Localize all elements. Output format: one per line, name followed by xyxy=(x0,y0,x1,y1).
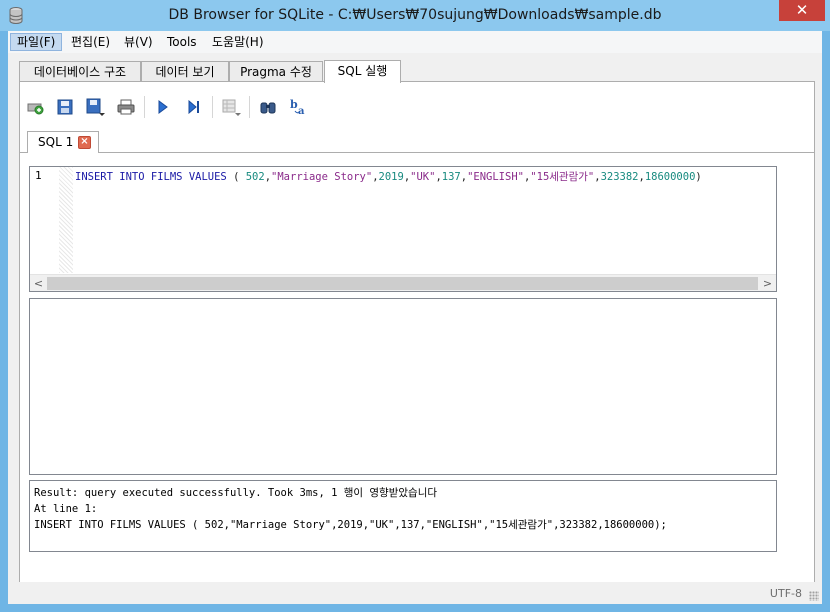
close-tab-icon[interactable]: × xyxy=(78,136,91,149)
find-icon[interactable] xyxy=(257,96,279,118)
client-area: 파일(F) 편집(E) 뷰(V) Tools 도움말(H) 데이터베이스 구조 … xyxy=(8,31,822,604)
save-sql-icon[interactable] xyxy=(84,96,106,118)
keyword-into: INTO xyxy=(119,171,145,183)
status-bar: UTF-8 xyxy=(8,582,822,604)
close-paren: ) xyxy=(695,171,702,183)
close-button[interactable]: ✕ xyxy=(779,0,825,21)
save-results-icon[interactable] xyxy=(220,96,242,118)
toolbar-separator xyxy=(144,96,145,118)
value-number: 18600000 xyxy=(644,171,696,183)
line-number: 1 xyxy=(35,169,42,182)
editor-tab-label: SQL 1 xyxy=(38,135,74,149)
menu-file[interactable]: 파일(F) xyxy=(10,33,63,51)
line-gutter: 1 xyxy=(30,167,74,273)
scrollbar-thumb[interactable] xyxy=(47,277,758,290)
value-string: "ENGLISH" xyxy=(467,171,524,183)
results-grid[interactable] xyxy=(29,298,777,475)
tab-database-structure[interactable]: 데이터베이스 구조 xyxy=(19,61,141,82)
value-number: 323382 xyxy=(600,171,639,183)
horizontal-scrollbar[interactable]: < > xyxy=(30,274,776,291)
fold-margin xyxy=(59,167,73,273)
tab-edit-pragmas[interactable]: Pragma 수정 xyxy=(229,61,323,82)
sql-editor[interactable]: 1 INSERT INTO FILMS VALUES ( 502,"Marria… xyxy=(29,166,777,292)
value-number: 502 xyxy=(245,171,265,183)
window-title: DB Browser for SQLite - C:₩Users₩70sujun… xyxy=(168,7,662,23)
menu-edit[interactable]: 편집(E) xyxy=(65,33,116,51)
sql-code-line[interactable]: INSERT INTO FILMS VALUES ( 502,"Marriage… xyxy=(75,169,702,184)
value-string: "UK" xyxy=(410,171,436,183)
editor-container: 1 INSERT INTO FILMS VALUES ( 502,"Marria… xyxy=(20,152,814,559)
tab-browse-data[interactable]: 데이터 보기 xyxy=(141,61,229,82)
table-name: FILMS xyxy=(150,171,183,183)
open-sql-icon[interactable] xyxy=(54,96,76,118)
scroll-left-arrow-icon[interactable]: < xyxy=(30,275,47,292)
message-log[interactable]: Result: query executed successfully. Too… xyxy=(29,480,777,552)
title-bar[interactable]: DB Browser for SQLite - C:₩Users₩70sujun… xyxy=(0,0,830,31)
app-window: DB Browser for SQLite - C:₩Users₩70sujun… xyxy=(0,0,830,612)
value-string: "Marriage Story" xyxy=(271,171,373,183)
find-replace-icon[interactable]: ba xyxy=(288,96,310,118)
menu-help[interactable]: 도움말(H) xyxy=(206,33,270,51)
toolbar-separator xyxy=(249,96,250,118)
resize-grip-icon[interactable] xyxy=(809,591,819,601)
open-paren: ( xyxy=(226,171,246,183)
editor-tab-sql1[interactable]: SQL 1 × xyxy=(27,131,99,153)
line-info: At line 1: xyxy=(34,503,98,515)
value-number: 2019 xyxy=(378,171,404,183)
open-tab-icon[interactable] xyxy=(24,96,46,118)
result-message: Result: query executed successfully. Too… xyxy=(34,487,438,499)
print-icon[interactable] xyxy=(115,96,137,118)
encoding-label: UTF-8 xyxy=(769,587,802,600)
menu-tools[interactable]: Tools xyxy=(161,33,203,51)
execute-line-icon[interactable] xyxy=(183,96,205,118)
tab-execute-sql[interactable]: SQL 실행 xyxy=(324,60,401,83)
menu-view[interactable]: 뷰(V) xyxy=(118,33,159,51)
value-number: 137 xyxy=(441,171,461,183)
execute-all-icon[interactable] xyxy=(152,96,174,118)
executed-statement: INSERT INTO FILMS VALUES ( 502,"Marriage… xyxy=(34,519,667,531)
menu-bar: 파일(F) 편집(E) 뷰(V) Tools 도움말(H) xyxy=(8,31,822,53)
keyword-values: VALUES xyxy=(188,171,227,183)
toolbar-separator xyxy=(212,96,213,118)
scroll-right-arrow-icon[interactable]: > xyxy=(759,275,776,292)
svg-text:a: a xyxy=(298,106,305,117)
sql-execute-panel: ba 1 INSERT INTO FILMS VALUES ( 502,"Mar… xyxy=(19,81,815,590)
keyword-insert: INSERT xyxy=(75,171,113,183)
value-string: "15세관람가" xyxy=(530,171,595,183)
svg-text:b: b xyxy=(290,98,298,111)
